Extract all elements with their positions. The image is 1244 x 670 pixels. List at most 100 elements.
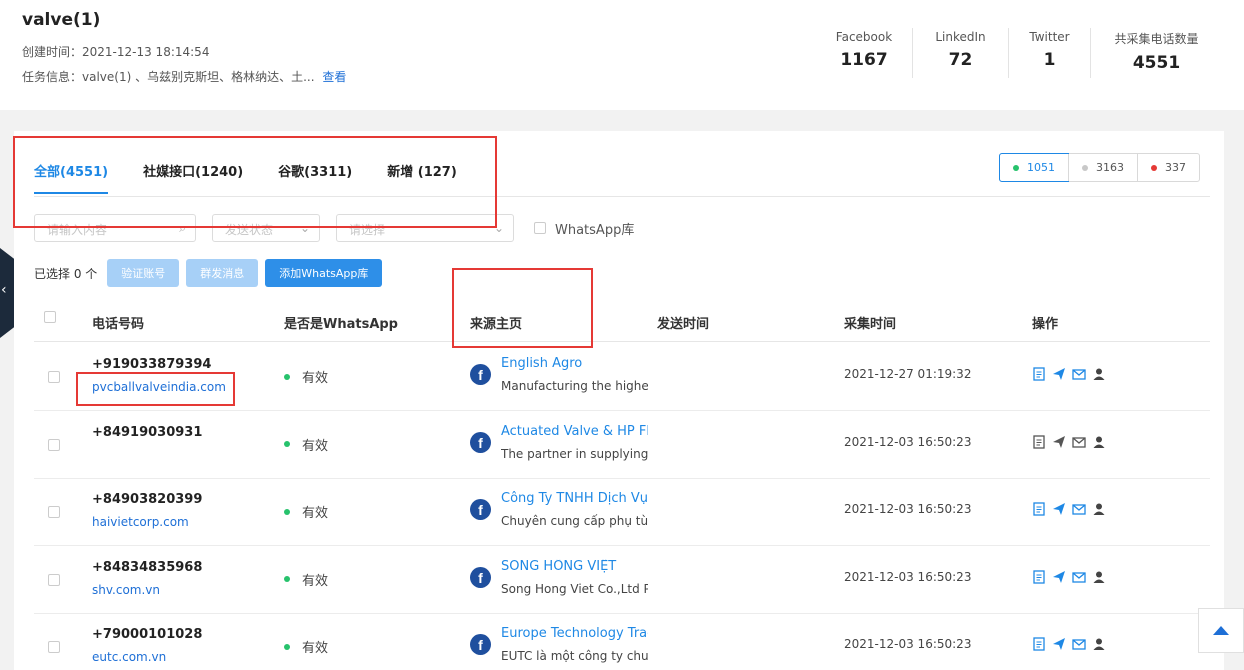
website-link[interactable]: haivietcorp.com — [92, 515, 189, 529]
website-link[interactable]: pvcballvalveindia.com — [92, 380, 226, 394]
phone-number: +84919030931 — [92, 424, 203, 440]
category-select[interactable]: 请选择 ⌄ — [336, 214, 514, 242]
select-all-checkbox[interactable] — [44, 311, 56, 323]
row-checkbox[interactable] — [48, 506, 60, 518]
verify-account-button[interactable]: 验证账号 — [107, 259, 180, 287]
detail-icon[interactable] — [1032, 569, 1046, 584]
detail-icon[interactable] — [1032, 367, 1046, 381]
stat-label: 共采集电话数量 — [1114, 32, 1199, 46]
status-filter-invalid[interactable]: 337 — [1137, 154, 1199, 181]
send-status-placeholder: 发送状态 — [225, 223, 274, 237]
email-icon[interactable] — [1072, 637, 1086, 651]
facebook-icon: f — [470, 499, 491, 520]
valid-dot-icon — [284, 441, 290, 447]
col-collect-time: 采集时间 — [844, 317, 897, 332]
whatsapp-lib-label: WhatsApp库 — [555, 222, 635, 238]
row-checkbox[interactable] — [48, 438, 60, 451]
phone-number: +84903820399 — [92, 492, 203, 507]
website-link[interactable]: shv.com.vn — [92, 583, 160, 597]
table-row: +79000101028 eutc.com.vn 有效 f Europe Tec… — [34, 613, 1210, 670]
view-link[interactable]: 查看 — [322, 70, 346, 84]
source-page-link[interactable]: Actuated Valve & HP Flex — [501, 424, 648, 439]
phone-number: +79000101028 — [92, 627, 203, 642]
send-icon[interactable] — [1052, 435, 1066, 449]
created-time: 创建时间：2021-12-13 18:14:54 — [22, 45, 210, 59]
source-page-desc: Manufacturing the highest — [501, 379, 648, 393]
search-placeholder: 请输入内容 — [47, 223, 108, 237]
user-icon[interactable] — [1092, 367, 1106, 381]
website-link[interactable]: eutc.com.vn — [92, 650, 166, 664]
send-status-select[interactable]: 发送状态 ⌄ — [212, 214, 320, 242]
collect-time: 2021-12-03 16:50:23 — [844, 502, 972, 516]
source-page-desc: Chuyên cung cấp phụ tùn — [501, 514, 648, 528]
whatsapp-status: 有效 — [284, 435, 328, 454]
source-page-link[interactable]: English Agro — [501, 356, 648, 371]
source-page-link[interactable]: Europe Technology Tradin — [501, 626, 648, 641]
whatsapp-lib-checkbox[interactable]: WhatsApp库 — [534, 219, 634, 238]
table-row: +84919030931 有效 f Actuated Valve & HP Fl… — [34, 411, 1210, 479]
search-input[interactable]: 请输入内容 ⌕ — [34, 214, 196, 242]
source-page-desc: The partner in supplying A — [501, 446, 648, 461]
collapse-side-tab[interactable]: ‹ — [0, 248, 14, 338]
whatsapp-status-text: 有效 — [302, 506, 329, 521]
source-page-link[interactable]: Công Ty TNHH Dịch Vụ K — [501, 491, 648, 506]
add-whatsapp-lib-button[interactable]: 添加WhatsApp库 — [265, 259, 383, 287]
red-dot-icon — [1151, 164, 1157, 171]
facebook-icon: f — [470, 566, 491, 588]
row-checkbox[interactable] — [48, 641, 60, 653]
back-to-top-button[interactable] — [1198, 608, 1244, 653]
selected-count: 已选择 0 个 — [34, 266, 98, 281]
bulk-actions: 已选择 0 个 验证账号 群发消息 添加WhatsApp库 — [34, 259, 389, 287]
table-row: +84903820399 haivietcorp.com 有效 f Công T… — [34, 478, 1210, 546]
stat-label: Facebook — [835, 30, 893, 44]
task-header: valve(1) 创建时间：2021-12-13 18:14:54 任务信息：v… — [0, 0, 1244, 110]
task-info-text: 任务信息：valve(1) 、乌兹别克斯坦、格林纳达、土... — [22, 70, 315, 84]
filter-bar: 请输入内容 ⌕ 发送状态 ⌄ 请选择 ⌄ WhatsApp库 — [34, 214, 634, 242]
collect-time: 2021-12-27 01:19:32 — [844, 367, 972, 381]
tab-google[interactable]: 谷歌(3311) — [278, 161, 352, 194]
green-dot-icon — [1013, 164, 1019, 171]
status-filter-group: 1051 3163 337 — [999, 153, 1200, 182]
detail-icon[interactable] — [1032, 502, 1046, 516]
stat-value: 72 — [948, 50, 973, 70]
tab-all[interactable]: 全部(4551) — [34, 161, 109, 194]
send-icon[interactable] — [1052, 637, 1066, 651]
row-checkbox[interactable] — [48, 371, 60, 383]
phone-number: +84834835968 — [92, 559, 203, 575]
tabs-divider — [34, 196, 1210, 197]
user-icon[interactable] — [1092, 570, 1106, 584]
email-icon[interactable] — [1072, 502, 1086, 516]
col-source: 来源主页 — [470, 317, 523, 332]
whatsapp-status: 有效 — [284, 637, 328, 656]
col-whatsapp: 是否是WhatsApp — [284, 317, 398, 332]
status-filter-unknown[interactable]: 3163 — [1068, 154, 1137, 181]
send-icon[interactable] — [1052, 502, 1066, 516]
broadcast-message-button[interactable]: 群发消息 — [186, 259, 259, 287]
facebook-icon: f — [470, 634, 491, 655]
status-count: 3163 — [1096, 161, 1124, 174]
email-icon[interactable] — [1072, 435, 1086, 449]
user-icon[interactable] — [1092, 435, 1106, 449]
row-checkbox[interactable] — [48, 573, 60, 586]
stats-panel: Facebook 1167 LinkedIn 72 Twitter 1 共采集电… — [816, 28, 1222, 78]
detail-icon[interactable] — [1032, 637, 1046, 651]
send-icon[interactable] — [1052, 367, 1066, 381]
source-page-link[interactable]: SÔNG HỒNG VIỆT — [501, 559, 648, 574]
row-actions — [1032, 637, 1112, 651]
phone-number: +919033879394 — [92, 357, 212, 372]
email-icon[interactable] — [1072, 367, 1086, 381]
detail-icon[interactable] — [1032, 434, 1046, 449]
send-icon[interactable] — [1052, 570, 1066, 584]
checkbox[interactable] — [534, 222, 546, 234]
tab-new[interactable]: 新增 (127) — [387, 161, 457, 194]
user-icon[interactable] — [1092, 502, 1106, 516]
stat-label: LinkedIn — [935, 30, 986, 44]
tab-social-api[interactable]: 社媒接口(1240) — [143, 161, 243, 194]
row-actions — [1032, 502, 1112, 516]
stat-facebook: Facebook 1167 — [816, 28, 912, 78]
arrow-up-icon — [1213, 626, 1229, 635]
user-icon[interactable] — [1092, 637, 1106, 651]
status-filter-valid[interactable]: 1051 — [999, 153, 1069, 182]
email-icon[interactable] — [1072, 570, 1086, 584]
facebook-icon: f — [470, 431, 491, 453]
